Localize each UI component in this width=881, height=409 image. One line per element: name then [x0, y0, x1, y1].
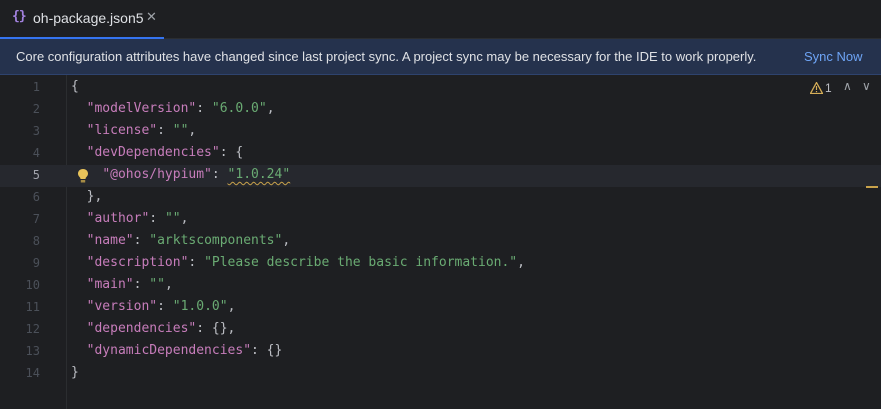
code-text: },	[86, 189, 103, 204]
code-line[interactable]: 9 "description": "Please describe the ba…	[0, 253, 881, 275]
code-text: "dependencies": {},	[86, 321, 236, 336]
line-number: 7	[32, 212, 40, 226]
line-number: 12	[25, 322, 40, 336]
code-editor[interactable]: 1{2 "modelVersion": "6.0.0", 3 "license":…	[0, 75, 881, 409]
tab-label: oh-package.json5	[33, 10, 144, 26]
warning-count: 1	[825, 81, 832, 95]
lightbulb-icon[interactable]	[77, 168, 89, 184]
code-text: "devDependencies": {	[86, 145, 244, 160]
line-number: 2	[32, 102, 40, 116]
code-line[interactable]: 10 "main": "",	[0, 275, 881, 297]
code-line[interactable]: 13 "dynamicDependencies": {}	[0, 341, 881, 363]
code-text: {	[71, 79, 79, 94]
line-number: 5	[32, 168, 40, 182]
sync-now-link[interactable]: Sync Now	[804, 49, 863, 64]
code-line[interactable]: 11 "version": "1.0.0",	[0, 297, 881, 319]
line-number: 8	[32, 234, 40, 248]
code-line[interactable]: 5 "@ohos/hypium": "1.0.24"	[0, 165, 881, 187]
line-number: 10	[25, 278, 40, 292]
code-line[interactable]: 4 "devDependencies": {	[0, 143, 881, 165]
tab-oh-package-json5[interactable]: {} oh-package.json5 ✕	[0, 0, 164, 39]
warning-stripe-marker[interactable]	[866, 186, 878, 188]
code-line[interactable]: 1{	[0, 77, 881, 99]
code-line[interactable]: 14}	[0, 363, 881, 385]
line-number: 11	[25, 300, 40, 314]
line-number: 6	[32, 190, 40, 204]
code-line[interactable]: 2 "modelVersion": "6.0.0",	[0, 99, 881, 121]
line-number: 14	[25, 366, 40, 380]
code-text: "author": "",	[86, 211, 189, 226]
line-number: 9	[32, 256, 40, 270]
json-file-icon: {}	[12, 9, 27, 24]
warning-icon	[810, 82, 823, 94]
code-text: "version": "1.0.0",	[86, 299, 236, 314]
close-icon[interactable]: ✕	[146, 10, 157, 25]
code-line[interactable]: 6 },	[0, 187, 881, 209]
code-line[interactable]: 8 "name": "arktscomponents",	[0, 231, 881, 253]
sync-notification-banner: Core configuration attributes have chang…	[0, 39, 881, 75]
code-line[interactable]: 12 "dependencies": {},	[0, 319, 881, 341]
code-text: "description": "Please describe the basi…	[86, 255, 525, 270]
line-number: 13	[25, 344, 40, 358]
code-line[interactable]: 3 "license": "",	[0, 121, 881, 143]
code-text: "@ohos/hypium": "1.0.24"	[102, 167, 291, 182]
line-number: 4	[32, 146, 40, 160]
chevron-down-icon[interactable]: ∨	[862, 79, 871, 93]
line-number: 1	[32, 80, 40, 94]
code-line[interactable]: 7 "author": "",	[0, 209, 881, 231]
code-text: "main": "",	[86, 277, 173, 292]
editor-tab-bar: {} oh-package.json5 ✕	[0, 0, 881, 39]
line-number: 3	[32, 124, 40, 138]
chevron-up-icon[interactable]: ∧	[843, 79, 852, 93]
code-text: "name": "arktscomponents",	[86, 233, 291, 248]
code-text: }	[71, 365, 79, 380]
code-text: "license": "",	[86, 123, 197, 138]
code-text: "modelVersion": "6.0.0",	[86, 101, 275, 116]
code-text: "dynamicDependencies": {}	[86, 343, 283, 358]
banner-message: Core configuration attributes have chang…	[16, 49, 757, 64]
